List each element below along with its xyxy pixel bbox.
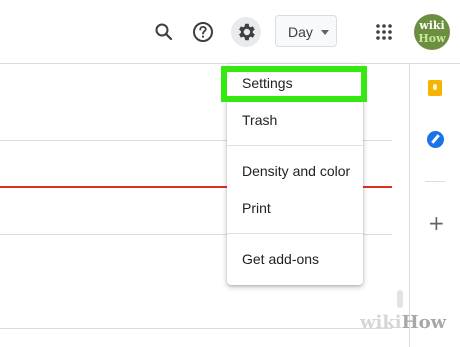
help-button[interactable] — [189, 18, 217, 46]
scrollbar-thumb[interactable] — [397, 290, 403, 308]
menu-item-get-add-ons[interactable]: Get add-ons — [227, 243, 363, 275]
gear-icon — [239, 23, 255, 41]
chevron-down-icon — [321, 30, 329, 35]
menu-item-print[interactable]: Print — [227, 192, 363, 224]
view-dropdown[interactable]: Day — [275, 15, 337, 47]
hour-gridline — [0, 328, 392, 329]
avatar-text-bottom: How — [418, 32, 446, 45]
avatar-text-top: wiki — [419, 19, 445, 32]
menu-item-label: Density and color — [242, 163, 351, 179]
side-panel-divider — [409, 63, 410, 347]
menu-divider — [227, 145, 363, 146]
watermark-part2: How — [401, 312, 447, 333]
search-icon — [155, 23, 173, 41]
wikihow-watermark: wikiHow — [360, 312, 460, 347]
help-icon — [193, 22, 213, 42]
settings-highlight-box — [221, 66, 367, 102]
tasks-icon[interactable] — [427, 131, 444, 148]
view-dropdown-label: Day — [288, 24, 313, 40]
apps-button[interactable] — [370, 18, 398, 46]
watermark-part1: wiki — [360, 312, 402, 333]
menu-item-density-and-color[interactable]: Density and color — [227, 155, 363, 187]
menu-item-label: Get add-ons — [242, 251, 320, 267]
avatar[interactable]: wiki How — [414, 14, 450, 50]
settings-button[interactable] — [231, 17, 261, 47]
menu-item-trash[interactable]: Trash — [227, 104, 363, 136]
top-toolbar: Day wiki How — [0, 0, 460, 64]
menu-item-label: Trash — [242, 112, 278, 128]
keep-icon[interactable] — [428, 80, 442, 96]
menu-divider — [227, 233, 363, 234]
menu-item-label: Print — [242, 200, 271, 216]
apps-grid-icon — [376, 24, 392, 40]
side-panel-separator — [425, 181, 445, 182]
add-addon-icon[interactable]: + — [428, 213, 445, 233]
search-button[interactable] — [150, 18, 178, 46]
